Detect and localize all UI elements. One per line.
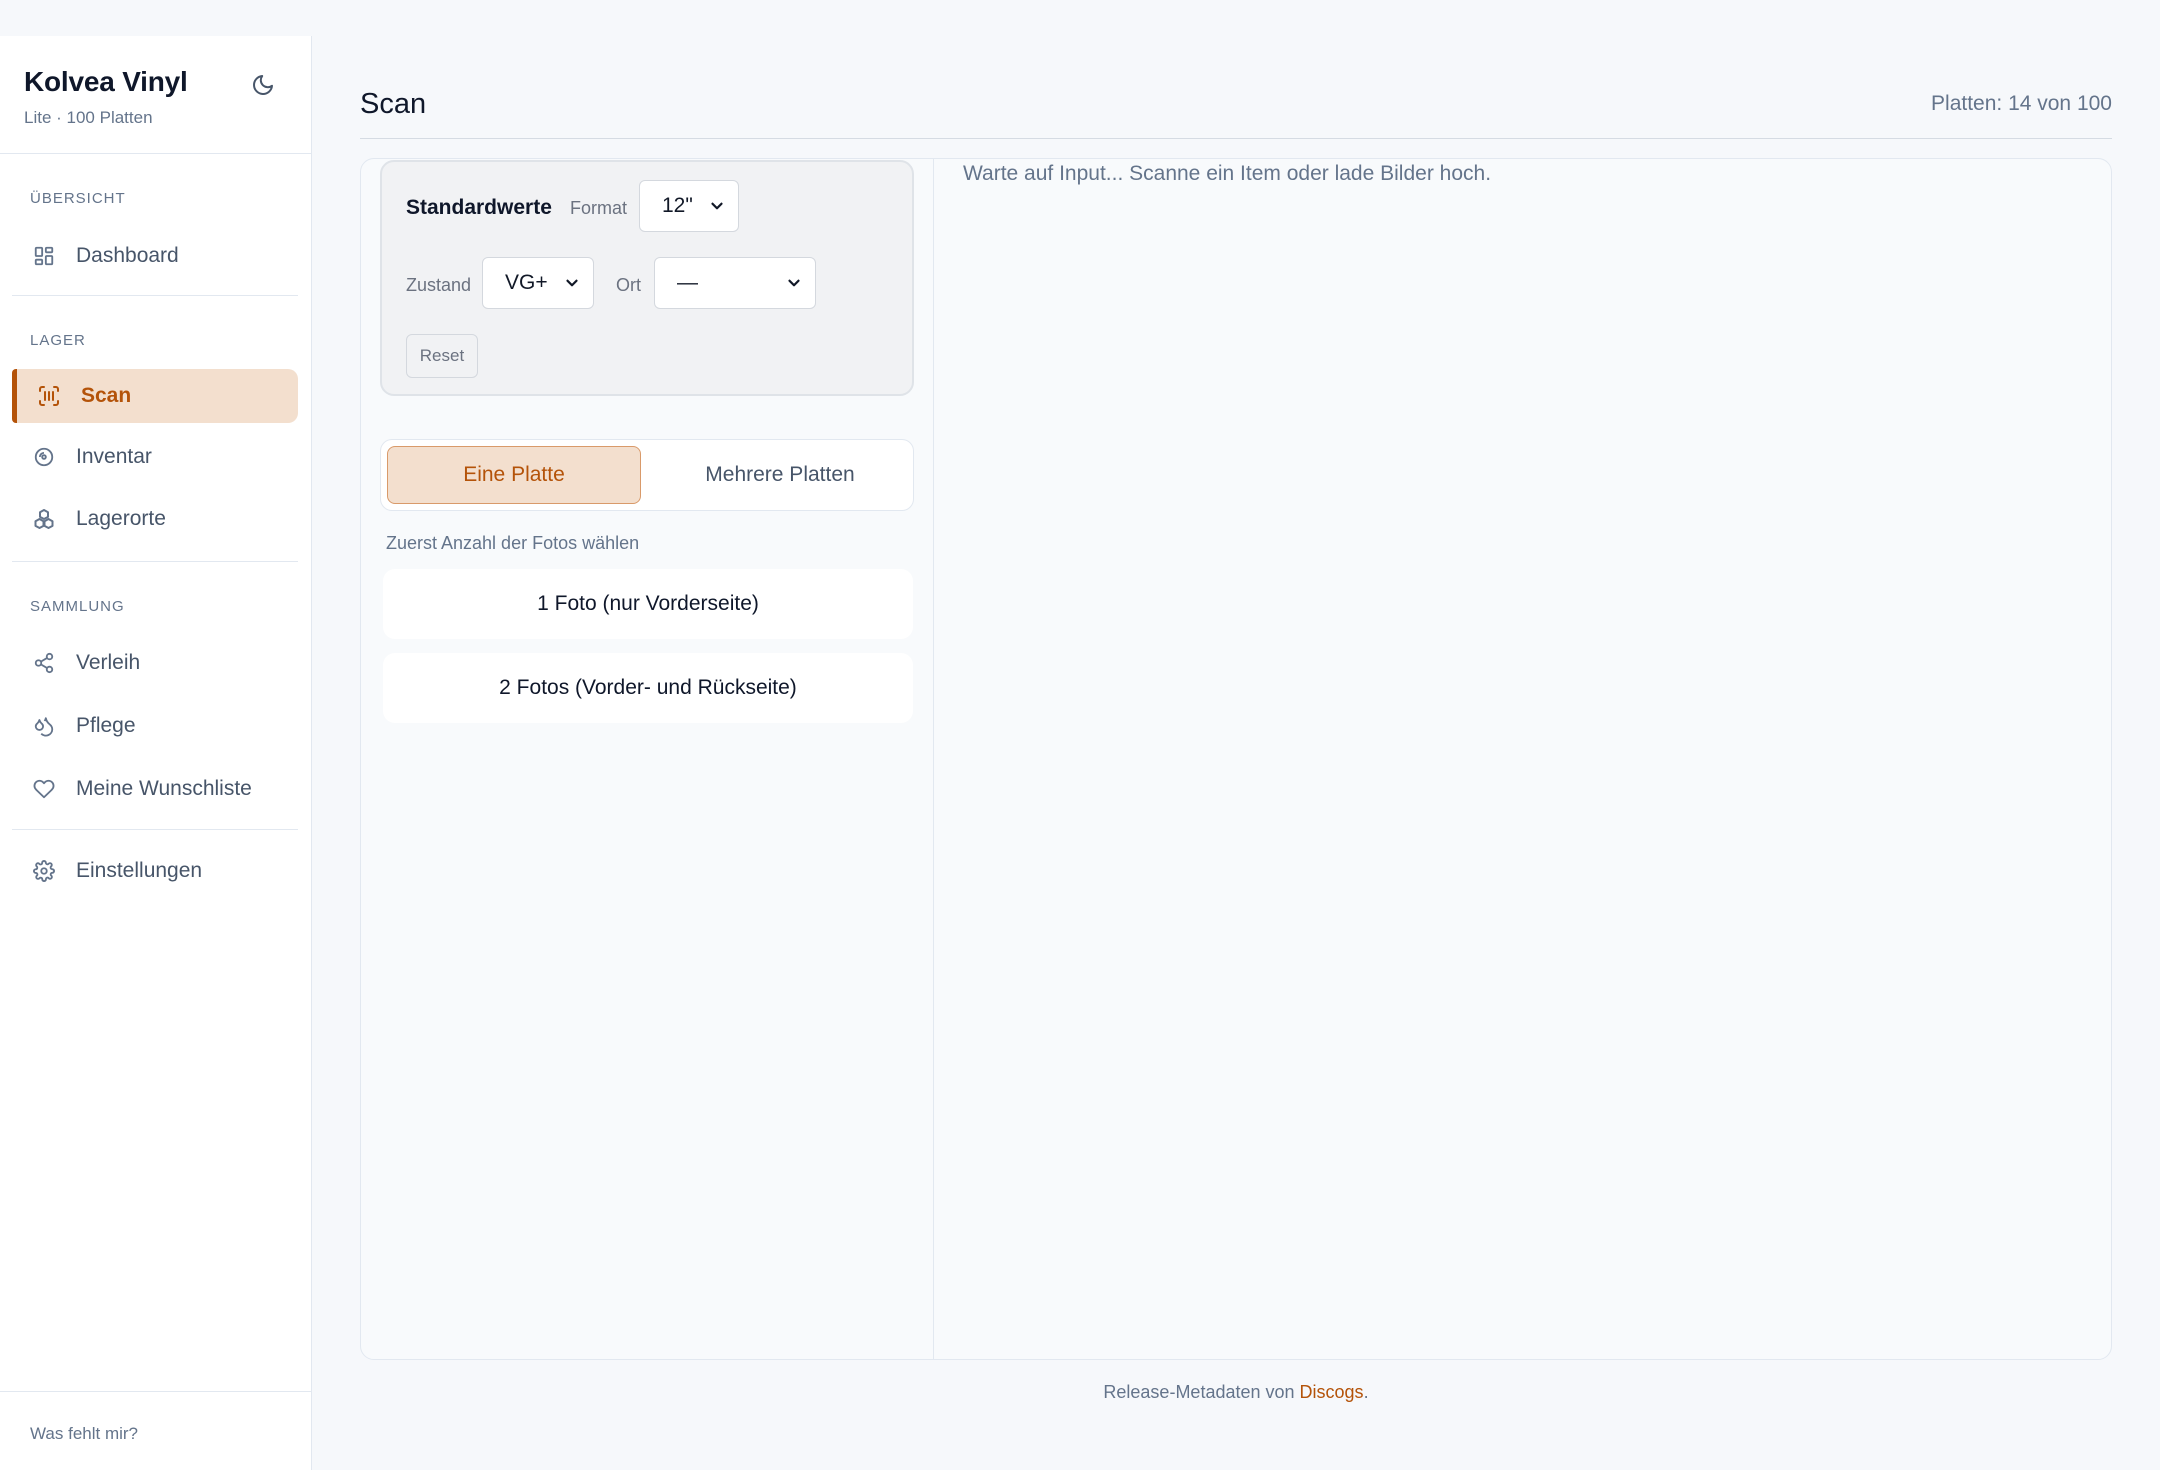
sidebar-item-label: Pflege	[76, 714, 136, 737]
location-select[interactable]: —	[654, 257, 816, 309]
missing-items-link[interactable]: Was fehlt mir?	[30, 1424, 138, 1444]
condition-value: VG+	[505, 271, 548, 294]
page-title: Scan	[360, 88, 427, 120]
sidebar-item-settings[interactable]: Einstellungen	[12, 844, 298, 898]
attribution-suffix: .	[1363, 1382, 1369, 1402]
discogs-link[interactable]: Discogs	[1300, 1382, 1364, 1402]
attribution-prefix: Release-Metadaten von	[1103, 1382, 1300, 1402]
brand-subtitle: Lite · 100 Platten	[24, 108, 153, 127]
sidebar-item-scan[interactable]: Scan	[12, 369, 298, 423]
sidebar-item-label: Lagerorte	[76, 507, 166, 530]
multiple-records-tab[interactable]: Mehrere Platten	[653, 446, 907, 504]
sidebar-divider	[12, 829, 298, 830]
attribution-footer: Release-Metadaten von Discogs.	[0, 1382, 2160, 1403]
reset-button[interactable]: Reset	[406, 334, 478, 378]
moon-icon	[253, 75, 273, 95]
mode-toggle: Eine Platte Mehrere Platten	[380, 439, 914, 511]
droplets-icon	[32, 714, 56, 738]
photo-count-hint: Zuerst Anzahl der Fotos wählen	[386, 533, 640, 553]
defaults-title: Standardwerte	[406, 196, 552, 219]
location-label: Ort	[616, 275, 641, 295]
condition-label: Zustand	[406, 275, 472, 295]
sidebar-item-label: Scan	[81, 384, 132, 407]
format-value: 12"	[662, 194, 693, 217]
vinyl-disc-icon	[32, 445, 56, 469]
sidebar-item-care[interactable]: Pflege	[12, 699, 298, 753]
chevron-down-icon	[785, 274, 803, 298]
sidebar-item-lending[interactable]: Verleih	[12, 636, 298, 690]
sidebar-divider	[12, 295, 298, 296]
one-photo-button[interactable]: 1 Foto (nur Vorderseite)	[383, 569, 913, 639]
sidebar-item-inventory[interactable]: Inventar	[12, 430, 298, 484]
header-divider	[360, 138, 2112, 139]
section-label-overview: ÜBERSICHT	[30, 190, 126, 207]
format-label: Format	[570, 198, 628, 218]
sidebar-divider	[0, 153, 312, 154]
scan-status-text: Warte auf Input... Scanne ein Item oder …	[963, 162, 1492, 185]
sidebar: Kolvea Vinyl Lite · 100 Platten ÜBERSICH…	[0, 36, 312, 1470]
defaults-card: Standardwerte Format 12" Zustand VG+ Ort…	[380, 160, 914, 396]
chevron-down-icon	[708, 197, 726, 221]
section-label-storage: LAGER	[30, 332, 86, 349]
heart-icon	[32, 777, 56, 801]
share-icon	[32, 651, 56, 675]
two-photos-button[interactable]: 2 Fotos (Vorder- und Rückseite)	[383, 653, 913, 723]
gear-icon	[32, 859, 56, 883]
app-root: Kolvea Vinyl Lite · 100 Platten ÜBERSICH…	[0, 0, 2160, 1470]
brand: Kolvea Vinyl Lite · 100 Platten	[24, 66, 188, 128]
sidebar-divider	[12, 561, 298, 562]
sidebar-item-label: Inventar	[76, 445, 152, 468]
chevron-down-icon	[563, 274, 581, 298]
record-count: Platten: 14 von 100	[1931, 92, 2112, 115]
sidebar-item-wishlist[interactable]: Meine Wunschliste	[12, 762, 298, 816]
sidebar-item-dashboard[interactable]: Dashboard	[12, 229, 298, 283]
scan-panel: Standardwerte Format 12" Zustand VG+ Ort…	[360, 158, 2112, 1360]
location-value: —	[677, 271, 698, 294]
sidebar-item-label: Meine Wunschliste	[76, 777, 252, 800]
format-select[interactable]: 12"	[639, 180, 739, 232]
condition-select[interactable]: VG+	[482, 257, 594, 309]
section-label-collection: SAMMLUNG	[30, 598, 125, 615]
theme-toggle-button[interactable]	[246, 68, 280, 102]
sidebar-item-label: Dashboard	[76, 244, 179, 267]
sidebar-item-locations[interactable]: Lagerorte	[12, 492, 298, 546]
dashboard-icon	[32, 244, 56, 268]
panel-divider	[933, 159, 934, 1359]
barcode-scan-icon	[37, 384, 61, 408]
boxes-icon	[32, 507, 56, 531]
brand-title: Kolvea Vinyl	[24, 66, 188, 97]
single-record-tab[interactable]: Eine Platte	[387, 446, 641, 504]
sidebar-item-label: Einstellungen	[76, 859, 203, 882]
sidebar-item-label: Verleih	[76, 651, 141, 674]
